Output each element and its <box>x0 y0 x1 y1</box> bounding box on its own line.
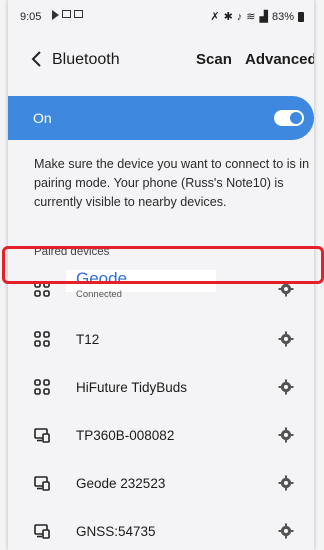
page-title: Bluetooth <box>52 51 120 68</box>
app-header: Bluetooth Scan Advanced <box>8 40 314 80</box>
computer-icon <box>34 476 50 491</box>
device-row[interactable]: TP360B-008082 <box>8 412 314 460</box>
earbuds-icon <box>34 331 50 347</box>
bluetooth-state-label: On <box>33 110 52 126</box>
gear-icon[interactable] <box>278 281 294 297</box>
gear-icon[interactable] <box>278 427 294 443</box>
play-icon <box>52 10 59 20</box>
chevron-left-icon <box>31 51 41 67</box>
device-status: Connected <box>76 289 122 300</box>
device-name: Geode 232523 <box>76 476 166 491</box>
earbuds-icon <box>34 281 50 297</box>
advanced-button[interactable]: Advanced <box>245 51 314 68</box>
bluetooth-master-switch[interactable]: On <box>8 96 314 140</box>
signal-icon: ▟ <box>259 11 268 23</box>
device-row[interactable]: Geode 232523 <box>8 460 314 508</box>
device-row[interactable]: T12 <box>8 316 314 364</box>
scan-button[interactable]: Scan <box>196 51 232 68</box>
nfc-icon: ✗ <box>210 11 220 23</box>
device-name: HiFuture TidyBuds <box>76 380 188 395</box>
gear-icon[interactable] <box>278 379 294 395</box>
device-row[interactable]: GNSS:54735 <box>8 508 314 550</box>
gear-icon[interactable] <box>278 523 294 539</box>
phone-screen: 9:05 ✗ ✱ ♪ ≋ ▟ 83% Bluetooth Scan Advanc… <box>8 0 314 550</box>
gear-icon[interactable] <box>278 331 294 347</box>
earbuds-icon <box>34 379 50 395</box>
section-title: Paired devices <box>34 246 110 258</box>
computer-icon <box>34 524 50 539</box>
computer-icon <box>34 428 50 443</box>
mute-icon: ♪ <box>236 10 243 23</box>
paired-devices-list: Geode Connected T12 HiFuture TidyBuds TP… <box>8 266 314 550</box>
device-name: GNSS:54735 <box>76 524 156 539</box>
system-icons: ✗ ✱ ♪ ≋ ▟ 83% <box>210 10 304 23</box>
bluetooth-toggle[interactable] <box>274 110 304 126</box>
battery-text: 83% <box>271 10 294 23</box>
image-icon <box>62 10 71 18</box>
battery-icon <box>298 11 304 22</box>
device-row[interactable]: HiFuture TidyBuds <box>8 364 314 412</box>
device-name: TP360B-008082 <box>76 428 175 443</box>
bluetooth-icon: ✱ <box>223 11 233 23</box>
wifi-icon: ≋ <box>246 11 256 23</box>
gallery-icon <box>74 10 83 18</box>
device-name: T12 <box>76 332 100 347</box>
device-row[interactable]: Geode Connected <box>8 266 314 316</box>
status-time: 9:05 <box>20 11 42 23</box>
device-name: Geode <box>76 269 128 288</box>
pairing-info-text: Make sure the device you want to connect… <box>34 157 310 209</box>
back-button[interactable] <box>26 48 48 70</box>
status-bar: 9:05 ✗ ✱ ♪ ≋ ▟ 83% <box>8 0 314 34</box>
notification-icons <box>52 10 83 20</box>
toggle-knob <box>290 112 302 124</box>
gear-icon[interactable] <box>278 475 294 491</box>
